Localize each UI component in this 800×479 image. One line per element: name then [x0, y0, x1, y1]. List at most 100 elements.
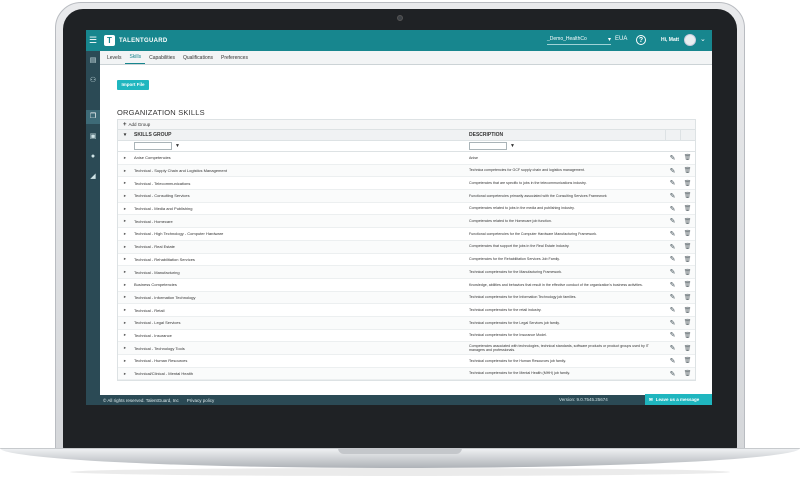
- edit-pencil-icon[interactable]: ✎: [670, 282, 676, 289]
- edit-pencil-icon[interactable]: ✎: [670, 193, 676, 200]
- delete-trash-icon[interactable]: 🗑: [684, 193, 692, 199]
- chart-icon[interactable]: ◢: [89, 173, 97, 181]
- edit-pencil-icon[interactable]: ✎: [670, 155, 676, 162]
- table-row[interactable]: ▸ Technical - Technology Tools Competencie…: [118, 342, 695, 355]
- delete-trash-icon[interactable]: 🗑: [684, 206, 692, 212]
- delete-trash-icon[interactable]: 🗑: [684, 155, 692, 161]
- table-row[interactable]: ▸ Technical - Consulting Services Function…: [118, 190, 695, 203]
- delete-trash-icon[interactable]: 🗑: [684, 358, 692, 364]
- edit-pencil-icon[interactable]: ✎: [670, 294, 676, 301]
- edit-pencil-icon[interactable]: ✎: [670, 371, 676, 378]
- delete-trash-icon[interactable]: 🗑: [684, 320, 692, 326]
- expand-row-icon[interactable]: ▸: [118, 294, 132, 300]
- avatar[interactable]: [684, 34, 696, 46]
- edit-pencil-icon[interactable]: ✎: [670, 269, 676, 276]
- user-menu-chevron-icon[interactable]: ⌄: [700, 35, 706, 43]
- expand-row-icon[interactable]: ▸: [118, 371, 132, 377]
- copy-icon[interactable]: ❐: [89, 113, 97, 121]
- delete-trash-icon[interactable]: 🗑: [684, 168, 692, 174]
- filter-icon[interactable]: ▼: [175, 143, 180, 149]
- group-filter-input[interactable]: [134, 142, 172, 150]
- edit-pencil-icon[interactable]: ✎: [670, 345, 676, 352]
- tab-qualifications[interactable]: Qualifications: [179, 55, 217, 64]
- edit-pencil-icon[interactable]: ✎: [670, 244, 676, 251]
- column-header-description[interactable]: DESCRIPTION: [467, 130, 665, 140]
- expand-row-icon[interactable]: ▸: [118, 155, 132, 161]
- delete-trash-icon[interactable]: 🗑: [684, 244, 692, 250]
- column-header-group[interactable]: SKILLS GROUP: [132, 130, 467, 140]
- table-row[interactable]: ▸ Technical - Information Technology Techn…: [118, 291, 695, 305]
- delete-trash-icon[interactable]: 🗑: [684, 219, 692, 225]
- briefcase-icon[interactable]: ▣: [89, 133, 97, 141]
- expand-row-icon[interactable]: ▸: [118, 307, 132, 313]
- delete-trash-icon[interactable]: 🗑: [684, 346, 692, 352]
- expand-row-icon[interactable]: ▸: [118, 231, 132, 237]
- expand-row-icon[interactable]: ▸: [118, 193, 132, 199]
- edit-pencil-icon[interactable]: ✎: [670, 206, 676, 213]
- menu-icon[interactable]: ☰: [86, 30, 100, 51]
- expand-row-icon[interactable]: ▸: [118, 180, 132, 186]
- table-row[interactable]: ▸ Technical - High Technology - Computer …: [118, 228, 695, 241]
- expand-row-icon[interactable]: ▸: [118, 244, 132, 250]
- table-row[interactable]: ▸ Technical - Telecommunications Competenc…: [118, 177, 695, 191]
- add-group-button[interactable]: + Add Group: [118, 120, 695, 130]
- table-row[interactable]: ▸ Business Competencies Knowledge, abiliti…: [118, 279, 695, 292]
- expand-row-icon[interactable]: ▸: [118, 282, 132, 288]
- document-icon[interactable]: ▤: [89, 57, 97, 65]
- leave-message-button[interactable]: ✉ Leave us a message: [645, 394, 712, 405]
- table-row[interactable]: ▸ Technical - Real Estate Competencies tha…: [118, 240, 695, 254]
- delete-trash-icon[interactable]: 🗑: [684, 333, 692, 339]
- privacy-policy-link[interactable]: Privacy policy: [187, 398, 215, 403]
- expand-all-icon[interactable]: ▾: [118, 130, 132, 140]
- tab-preferences[interactable]: Preferences: [217, 55, 252, 64]
- edit-pencil-icon[interactable]: ✎: [670, 358, 676, 365]
- table-row[interactable]: ▸ Technical - Rehabilitation Services Comp…: [118, 254, 695, 267]
- tab-capabilities[interactable]: Capabilities: [145, 55, 179, 64]
- expand-row-icon[interactable]: ▸: [118, 332, 132, 338]
- tab-skills[interactable]: Skills: [125, 54, 146, 64]
- location-pin-icon[interactable]: ●: [89, 153, 97, 161]
- delete-trash-icon[interactable]: 🗑: [684, 295, 692, 301]
- expand-row-icon[interactable]: ▸: [118, 206, 132, 212]
- edit-pencil-icon[interactable]: ✎: [670, 231, 676, 238]
- edit-pencil-icon[interactable]: ✎: [670, 256, 676, 263]
- help-icon[interactable]: ?: [636, 35, 646, 45]
- delete-trash-icon[interactable]: 🗑: [684, 181, 692, 187]
- expand-row-icon[interactable]: ▸: [118, 345, 132, 351]
- language-label[interactable]: EUA: [615, 36, 627, 42]
- filter-icon[interactable]: ▼: [510, 143, 515, 149]
- edit-pencil-icon[interactable]: ✎: [670, 180, 676, 187]
- table-row[interactable]: ▸ Technical - Legal Services Technical com…: [118, 316, 695, 330]
- import-file-button[interactable]: Import File: [117, 80, 149, 90]
- table-row[interactable]: ▸ Technical - Homecare Competencies relate…: [118, 215, 695, 229]
- delete-trash-icon[interactable]: 🗑: [684, 270, 692, 276]
- edit-pencil-icon[interactable]: ✎: [670, 307, 676, 314]
- table-row[interactable]: ▸ Technical - Media and Publishing Compete…: [118, 203, 695, 216]
- delete-trash-icon[interactable]: 🗑: [684, 231, 692, 237]
- tab-levels[interactable]: Levels: [103, 55, 125, 64]
- edit-pencil-icon[interactable]: ✎: [670, 218, 676, 225]
- description-filter-input[interactable]: [469, 142, 507, 150]
- expand-row-icon[interactable]: ▸: [118, 269, 132, 275]
- table-row[interactable]: ▸ Technical - Supply Chain and Logistics …: [118, 164, 695, 178]
- edit-pencil-icon[interactable]: ✎: [670, 320, 676, 327]
- expand-row-icon[interactable]: ▸: [118, 256, 132, 262]
- delete-trash-icon[interactable]: 🗑: [684, 308, 692, 314]
- edit-pencil-icon[interactable]: ✎: [670, 168, 676, 175]
- delete-trash-icon[interactable]: 🗑: [684, 257, 692, 263]
- tenant-select[interactable]: _Demo_HealthCo ▾: [547, 36, 611, 45]
- table-row[interactable]: ▸ Technical - Human Resources Technical co…: [118, 355, 695, 368]
- expand-row-icon[interactable]: ▸: [118, 218, 132, 224]
- org-chart-icon[interactable]: ⚇: [89, 77, 97, 85]
- table-row[interactable]: ▸ Anise Competencies Anise ✎ 🗑: [118, 152, 695, 165]
- table-row[interactable]: ▸ Technical - Retail Technical competencie…: [118, 304, 695, 317]
- table-row[interactable]: ▸ Technical - Manufacturing Technical comp…: [118, 266, 695, 279]
- table-row[interactable]: ▸ Technical - Insurance Technical competen…: [118, 330, 695, 343]
- expand-row-icon[interactable]: ▸: [118, 168, 132, 174]
- delete-trash-icon[interactable]: 🗑: [684, 282, 692, 288]
- expand-row-icon[interactable]: ▸: [118, 358, 132, 364]
- edit-pencil-icon[interactable]: ✎: [670, 332, 676, 339]
- table-row[interactable]: ▸ Technical/Clinical - Mental Health Techn…: [118, 367, 695, 381]
- delete-trash-icon[interactable]: 🗑: [684, 371, 692, 377]
- expand-row-icon[interactable]: ▸: [118, 320, 132, 326]
